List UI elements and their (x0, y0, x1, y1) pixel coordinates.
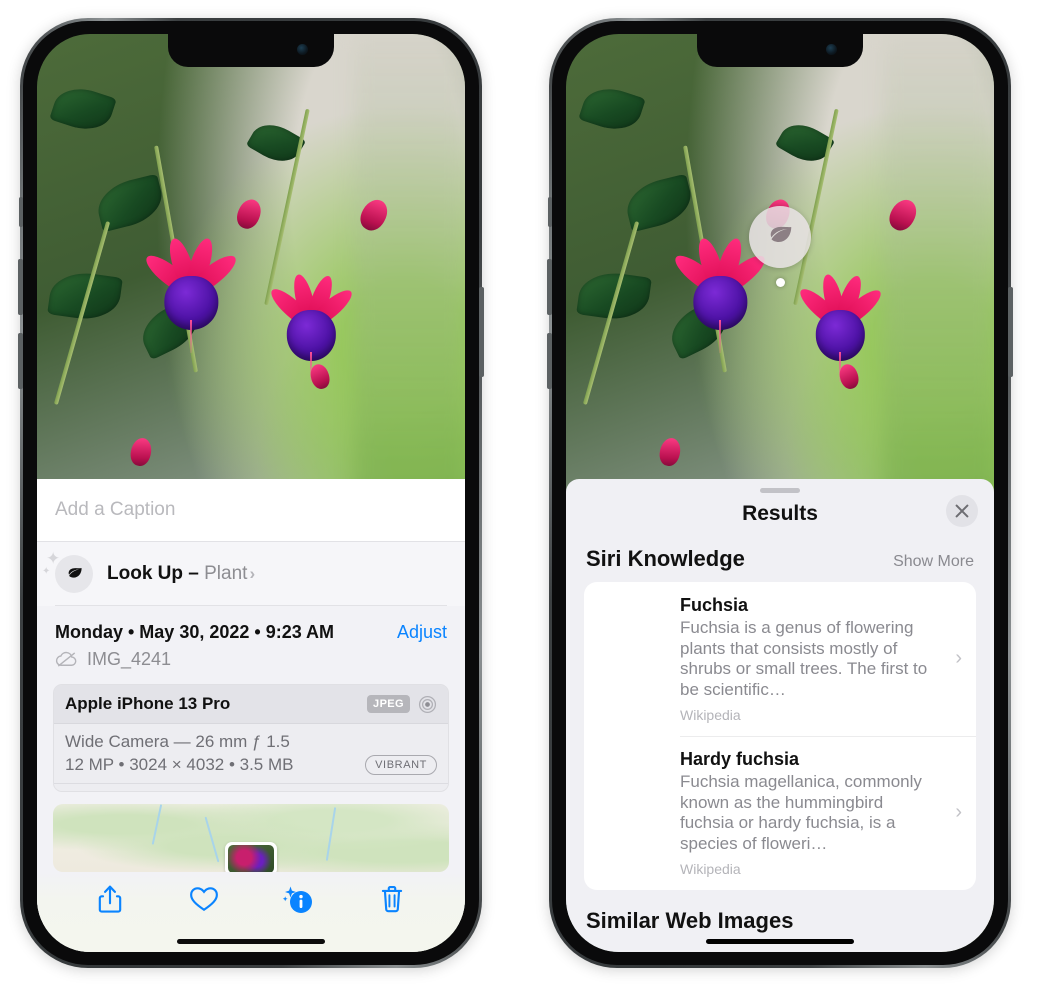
similar-web-images-title: Similar Web Images (586, 907, 794, 933)
siri-knowledge-title: Siri Knowledge (586, 546, 745, 571)
exif-exposure-bias: 0 ev (213, 791, 289, 792)
icloud-slash-icon (55, 651, 77, 667)
knowledge-text: Fuchsia Fuchsia is a genus of flowering … (680, 595, 940, 723)
camera-specs-row: 12 MP • 3024 × 4032 • 3.5 MB VIBRANT (65, 755, 437, 775)
heart-icon[interactable] (182, 877, 226, 921)
chevron-right-icon: › (249, 564, 256, 583)
exif-focal-length: 26 mm (136, 791, 212, 792)
info-sparkle-icon[interactable] (276, 877, 320, 921)
exif-row: ISO 50 26 mm 0 ev ƒ1.5 1/181 s (54, 783, 448, 792)
volume-down-button-left[interactable] (18, 333, 23, 389)
right-bezel: Results Siri Knowledge Show More Fuchsia… (547, 21, 1013, 965)
map-photo-pin[interactable] (225, 841, 277, 872)
left-screen: Add a Caption ✦ ✦ Look Up – Plant › Mond… (37, 34, 465, 952)
photo-date: Monday • May 30, 2022 • 9:23 AM (55, 622, 335, 642)
camera-lens-line: Wide Camera — 26 mm ƒ 1.5 (65, 732, 290, 751)
caption-input[interactable]: Add a Caption (37, 479, 465, 542)
leaf-icon (749, 206, 811, 268)
knowledge-description: Fuchsia magellanica, commonly known as t… (680, 771, 922, 854)
exif-iso: ISO 50 (60, 791, 136, 792)
similar-web-images-header: Similar Web Images (566, 890, 994, 943)
camera-info-card: Apple iPhone 13 Pro JPEG Wide Camera — 2… (53, 684, 449, 793)
look-up-dash: – (183, 563, 205, 584)
photographic-style-badge: VIBRANT (365, 755, 437, 775)
look-up-title: Look Up (107, 563, 183, 584)
look-up-row[interactable]: ✦ ✦ Look Up – Plant › (37, 542, 465, 606)
volume-up-button-left[interactable] (18, 259, 23, 315)
map-pin-thumbnail (228, 844, 274, 872)
knowledge-source: Wikipedia (680, 860, 741, 877)
trash-icon[interactable] (370, 877, 414, 921)
mute-switch-right[interactable] (548, 197, 552, 227)
location-map-card[interactable] (53, 804, 449, 872)
photo-date-row: Monday • May 30, 2022 • 9:23 AM Adjust (37, 606, 465, 647)
knowledge-title: Fuchsia (680, 595, 749, 615)
mute-switch-left[interactable] (19, 197, 23, 227)
exif-shutter-speed: 1/181 s (366, 791, 442, 792)
right-screen: Results Siri Knowledge Show More Fuchsia… (566, 34, 994, 952)
iphone-right-device: Results Siri Knowledge Show More Fuchsia… (547, 18, 1013, 968)
knowledge-text: Hardy fuchsia Fuchsia magellanica, commo… (680, 749, 940, 877)
siri-knowledge-header: Siri Knowledge Show More (566, 542, 994, 582)
format-badge: JPEG (367, 695, 410, 713)
knowledge-source: Wikipedia (680, 706, 741, 723)
photo-file-row: IMG_4241 (37, 647, 465, 684)
front-camera-icon (826, 44, 837, 55)
photo-filename: IMG_4241 (87, 649, 172, 669)
notch-right (697, 34, 863, 67)
home-indicator-left[interactable] (177, 939, 325, 944)
web-image-thumbnail[interactable] (781, 943, 878, 952)
results-title: Results (742, 502, 818, 525)
sparkle-small-icon: ✦ (42, 566, 51, 577)
results-sheet: Results Siri Knowledge Show More Fuchsia… (566, 479, 994, 952)
sparkle-icon: ✦ (46, 549, 61, 568)
power-button-left[interactable] (479, 287, 484, 377)
home-indicator-right[interactable] (706, 939, 854, 944)
photo-info-sheet: Add a Caption ✦ ✦ Look Up – Plant › Mond… (37, 479, 465, 952)
camera-card-body: Wide Camera — 26 mm ƒ 1.5 12 MP • 3024 ×… (54, 724, 448, 783)
aperture-icon (418, 695, 437, 713)
results-header: Results (566, 493, 994, 542)
front-camera-icon (297, 44, 308, 55)
notch-left (168, 34, 334, 67)
show-more-button[interactable]: Show More (893, 553, 974, 571)
exif-aperture: ƒ1.5 (289, 791, 365, 792)
visual-look-up-anchor-dot (775, 278, 785, 287)
camera-card-header: Apple iPhone 13 Pro JPEG (54, 685, 448, 724)
visual-look-up-badge[interactable] (749, 206, 811, 287)
left-bezel: Add a Caption ✦ ✦ Look Up – Plant › Mond… (18, 21, 484, 965)
chevron-right-icon: › (955, 801, 962, 824)
knowledge-thumbnail (598, 595, 667, 645)
adjust-button[interactable]: Adjust (397, 622, 447, 643)
siri-knowledge-card: Fuchsia Fuchsia is a genus of flowering … (584, 582, 976, 890)
look-up-subject: Plant (204, 563, 248, 584)
list-item[interactable]: Hardy fuchsia Fuchsia magellanica, commo… (584, 735, 976, 890)
web-image-thumbnail[interactable] (880, 943, 977, 952)
power-button-right[interactable] (1008, 287, 1013, 377)
camera-model: Apple iPhone 13 Pro (65, 694, 231, 713)
knowledge-thumbnail (598, 749, 667, 848)
camera-badges: JPEG (367, 695, 437, 714)
screenshot-stage: Add a Caption ✦ ✦ Look Up – Plant › Mond… (0, 0, 1055, 985)
look-up-label: Look Up – Plant › (107, 563, 255, 585)
similar-web-images-strip[interactable] (566, 943, 994, 952)
leaf-icon: ✦ ✦ (42, 550, 93, 593)
knowledge-description: Fuchsia is a genus of flowering plants t… (680, 618, 928, 700)
iphone-left-device: Add a Caption ✦ ✦ Look Up – Plant › Mond… (18, 18, 484, 968)
volume-down-button-right[interactable] (547, 333, 552, 389)
volume-up-button-right[interactable] (547, 259, 552, 315)
close-icon[interactable] (946, 495, 978, 527)
knowledge-title: Hardy fuchsia (680, 748, 800, 769)
web-image-thumbnail[interactable] (683, 943, 780, 952)
web-image-thumbnail[interactable] (584, 943, 681, 952)
chevron-right-icon: › (955, 647, 962, 670)
share-icon[interactable] (88, 877, 132, 921)
list-item[interactable]: Fuchsia Fuchsia is a genus of flowering … (584, 582, 976, 736)
camera-specs-line: 12 MP • 3024 × 4032 • 3.5 MB (65, 755, 294, 774)
